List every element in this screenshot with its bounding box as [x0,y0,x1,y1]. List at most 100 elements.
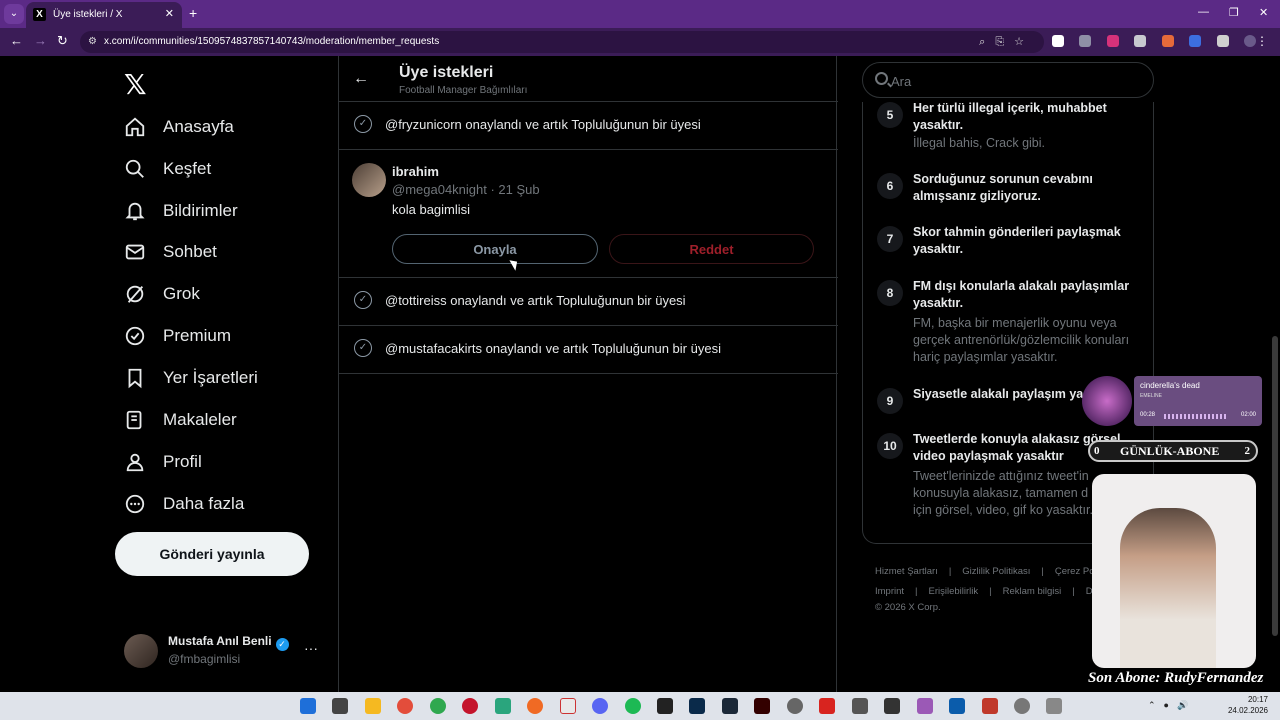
taskbar-app-icon[interactable] [916,698,933,714]
post-button[interactable]: Gönderi yayınla [115,532,309,576]
requester-name[interactable]: ibrahim [392,164,439,179]
nav-item-premium[interactable]: Premium [124,321,231,351]
settings-icon[interactable] [786,698,803,714]
site-info-icon[interactable]: ⚙ [88,36,97,47]
yandex-icon[interactable] [559,698,576,714]
taskbar-app-icon[interactable] [1046,698,1063,714]
avatar [124,634,158,668]
grok-icon [124,283,146,305]
nav-item-bookmarks[interactable]: Yer İşaretleri [124,363,258,393]
photoshop-icon[interactable] [689,698,706,714]
nav-item-more[interactable]: Daha fazla [124,489,244,519]
tab-close-icon[interactable]: ✕ [165,7,174,20]
taskbar-clock[interactable]: 20:17 24.02.2026 [1228,694,1268,716]
now-playing-art [1082,376,1132,426]
profile-icon [124,451,146,473]
nav-item-messages[interactable]: Sohbet [124,237,217,267]
scroll-thumb[interactable] [1272,336,1278,636]
restore-icon[interactable]: ❐ [1229,6,1239,19]
song-time-total: 02:00 [1240,412,1256,418]
capcut-icon[interactable] [656,698,673,714]
approved-text: @fryzunicorn onaylandı ve artık Topluluğ… [385,117,701,132]
taskbar-app-icon[interactable] [332,698,349,714]
firefox-icon[interactable] [527,698,544,714]
taskbar-app-icon[interactable] [851,698,868,714]
premium-icon [124,325,146,347]
footer-link[interactable]: Gizlilik Politikası [962,566,1030,577]
extensions-area [1052,35,1267,49]
file-explorer-icon[interactable] [364,698,381,714]
nav-label: Premium [163,326,232,345]
chrome-icon[interactable] [429,698,446,714]
new-tab-icon[interactable]: + [189,6,197,20]
footer-link[interactable]: Erişilebilirlik [929,586,979,597]
chrome-icon[interactable] [397,698,414,714]
extensions-puzzle-icon[interactable] [1216,35,1229,47]
extension-icon[interactable] [1189,35,1202,47]
obs-icon[interactable] [1013,698,1030,714]
rule-number: 5 [877,102,903,128]
omnibox-actions[interactable]: ⌕⎘☆ [979,35,1034,49]
nav-item-home[interactable]: Anasayfa [124,112,234,142]
spotify-icon[interactable] [624,698,641,714]
extension-icon[interactable] [1079,35,1092,47]
tab-search-chevron-icon[interactable]: ⌄ [4,4,24,24]
x-logo-icon[interactable]: 𝕏 [124,68,147,101]
footer-separator: | [915,586,918,597]
approve-button[interactable]: Onayla [392,234,598,264]
back-arrow-icon[interactable]: ← [353,70,369,88]
browser-tab[interactable]: X Üye istekleri / X ✕ [26,2,182,28]
reload-icon[interactable]: ↻ [57,34,68,48]
system-tray-icons[interactable]: ⌃●🔊 [1148,700,1196,711]
footer-link[interactable]: Reklam bilgisi [1003,586,1062,597]
nav-item-profile[interactable]: Profil [124,447,202,477]
football-manager-icon[interactable] [949,698,966,714]
nav-label: Makaleler [163,410,237,429]
nav-item-notifications[interactable]: Bildirimler [124,196,238,226]
nav-item-grok[interactable]: Grok [124,279,200,309]
bookmark-icon [124,367,146,389]
taskbar-app-icon[interactable] [981,698,998,714]
footer-link[interactable]: Imprint [875,586,904,597]
bell-icon [124,200,146,222]
footer-link[interactable]: Hizmet Şartları [875,566,938,577]
nav-item-explore[interactable]: Keşfet [124,154,211,184]
illustrator-icon[interactable] [754,698,771,714]
browser-menu-icon[interactable]: ⋮ [1256,34,1268,48]
account-switcher[interactable]: Mustafa Anıl Benli ✓ @fmbagimlisi ··· [124,632,324,672]
avatar[interactable] [352,163,386,197]
page-scrollbar[interactable] [1270,56,1280,692]
taskbar-app-icon[interactable] [884,698,901,714]
taskbar-app-icon[interactable] [494,698,511,714]
search-box[interactable] [862,62,1154,98]
search-icon [875,72,888,85]
opera-icon[interactable] [462,698,479,714]
start-icon[interactable] [300,698,316,714]
extension-icon[interactable] [1161,35,1174,47]
waveform [1164,414,1226,419]
nav-label: Bildirimler [163,201,238,220]
window-close-icon[interactable]: ✕ [1259,6,1268,19]
discord-icon[interactable] [592,698,609,714]
account-name-row: Mustafa Anıl Benli ✓ [168,634,289,651]
back-icon[interactable]: ← [10,34,23,48]
steam-icon[interactable] [721,698,738,714]
url-text[interactable]: x.com/i/communities/1509574837857140743/… [104,36,439,47]
forward-icon[interactable]: → [34,34,47,48]
profile-avatar-icon[interactable] [1244,35,1257,47]
rule-number: 9 [877,388,903,414]
minimize-icon[interactable]: — [1198,6,1209,18]
extension-icon[interactable] [1106,35,1119,47]
check-circle-icon: ✓ [354,339,372,357]
search-input[interactable] [891,71,1131,91]
rule-number: 7 [877,226,903,252]
extension-icon[interactable] [1052,35,1064,47]
rule-title: Skor tahmin gönderileri paylaşmak yasakt… [913,225,1121,256]
nav-item-articles[interactable]: Makaleler [124,405,237,435]
omnibox[interactable]: ⚙ x.com/i/communities/150957483785714074… [80,31,1044,53]
extension-icon[interactable] [1134,35,1147,47]
account-more-icon[interactable]: ··· [304,640,318,656]
acrobat-icon[interactable] [819,698,836,714]
reject-button[interactable]: Reddet [609,234,814,264]
check-circle-icon: ✓ [354,291,372,309]
